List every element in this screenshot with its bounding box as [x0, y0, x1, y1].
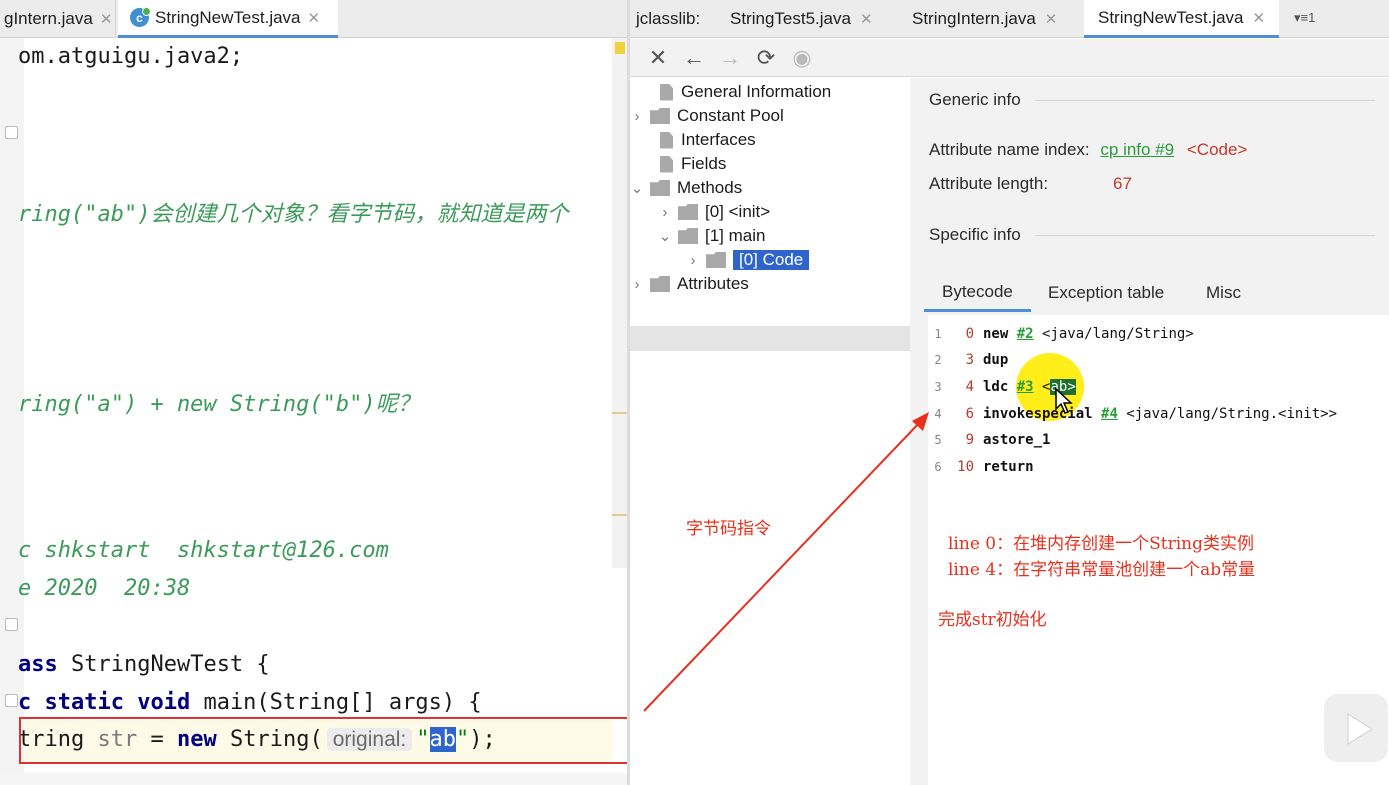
tree-item-code[interactable]: › [0] Code [686, 248, 810, 272]
code-editor[interactable]: gIntern.java ✕ c StringNewTest.java ✕ om… [0, 0, 628, 785]
code-comment-line: ring("a") + new String("b")呢？ [18, 392, 420, 417]
annotation-line0: line 0：在堆内存创建一个String类实例 [948, 534, 1254, 554]
chevron-right-icon[interactable]: › [658, 204, 672, 221]
file-icon [660, 131, 673, 149]
annotation-init-done: 完成str初始化 [938, 610, 1047, 630]
folder-icon [650, 276, 670, 292]
tree-item-methods[interactable]: ⌄ Methods [630, 176, 743, 200]
cp-info-link[interactable]: cp info #9 [1100, 140, 1174, 159]
tab-exception-table[interactable]: Exception table [1030, 274, 1182, 312]
file-icon [660, 83, 673, 101]
bytecode-row: 1 0 new #2 <java/lang/String> [934, 326, 1194, 342]
generic-info-header: Generic info [929, 90, 1375, 110]
tab-string-intern[interactable]: StringIntern.java ✕ [912, 0, 1057, 38]
bytecode-row: 5 9 astore_1 [934, 432, 1051, 448]
folder-icon [678, 204, 698, 220]
red-highlight-box [19, 717, 654, 764]
close-icon[interactable]: ✕ [640, 43, 676, 73]
folder-icon [706, 252, 726, 268]
play-icon[interactable] [1322, 690, 1389, 766]
tab-string-test5[interactable]: StringTest5.java ✕ [730, 0, 873, 38]
folder-icon [650, 108, 670, 124]
tab-list-icon[interactable]: ▾≡1 [1294, 10, 1315, 26]
warning-marker[interactable] [615, 42, 625, 54]
jclasslib-tab-bar: jclasslib: StringTest5.java ✕ StringInte… [630, 0, 1389, 38]
tree-item-attributes[interactable]: › Attributes [630, 272, 749, 296]
tab-misc[interactable]: Misc [1188, 274, 1259, 312]
class-structure-tree: General Information › Constant Pool Inte… [630, 78, 910, 785]
selected-row-background [630, 326, 910, 351]
attribute-name-index: Attribute name index: cp info #9 <Code> [929, 140, 1248, 159]
close-icon[interactable]: ✕ [100, 10, 113, 28]
code-line: om.atguigu.java2; [18, 44, 244, 69]
web-icon[interactable]: ◉ [784, 43, 820, 73]
chevron-down-icon[interactable]: ⌄ [658, 227, 672, 245]
editor-tab-bar: gIntern.java ✕ c StringNewTest.java ✕ [0, 0, 628, 38]
annotation-bytecode-label: 字节码指令 [686, 519, 771, 539]
tab-string-new-test[interactable]: StringNewTest.java ✕ [1084, 0, 1280, 38]
code-attribute-tabs: Bytecode Exception table Misc [924, 274, 1389, 312]
tree-item-method-init[interactable]: › [0] <init> [658, 200, 771, 224]
stripe-marker[interactable] [612, 514, 628, 516]
code-comment-line: e 2020 20:38 [18, 576, 191, 601]
attribute-length: Attribute length: 67 [929, 174, 1132, 193]
jclasslib-pane: jclasslib: StringTest5.java ✕ StringInte… [630, 0, 1389, 785]
bytecode-row: 6 10 return [934, 459, 1034, 475]
mouse-pointer-icon [1055, 387, 1073, 414]
annotation-line4: line 4：在字符串常量池创建一个ab常量 [948, 560, 1256, 580]
back-arrow-icon[interactable]: ← [676, 43, 712, 73]
fold-icon[interactable] [5, 618, 18, 631]
bytecode-row: 4 6 invokespecial #4 <java/lang/String.<in… [934, 406, 1338, 422]
constant-pool-link[interactable]: #2 [1017, 326, 1034, 342]
code-comment-line: c shkstart shkstart@126.com [18, 538, 389, 563]
horizontal-scrollbar[interactable] [0, 773, 628, 785]
jclasslib-toolbar: ✕ ← → ⟳ ◉ [630, 39, 1389, 77]
close-icon[interactable]: ✕ [1045, 10, 1058, 28]
bytecode-row: 2 3 dup [934, 352, 1009, 368]
file-icon [660, 155, 673, 173]
specific-info-header: Specific info [929, 225, 1375, 245]
java-class-icon: c [130, 7, 151, 27]
code-line: ass StringNewTest { [18, 652, 270, 677]
tree-item-interfaces[interactable]: Interfaces [640, 128, 756, 152]
chevron-right-icon[interactable]: › [630, 276, 644, 293]
tree-item-method-main[interactable]: ⌄ [1] main [658, 224, 766, 248]
tab-string-intern[interactable]: gIntern.java ✕ [0, 0, 116, 38]
chevron-down-icon[interactable]: ⌄ [630, 179, 644, 197]
tree-item-constant-pool[interactable]: › Constant Pool [630, 104, 784, 128]
code-line: c static void main(String[] args) { [18, 690, 482, 715]
chevron-right-icon[interactable]: › [686, 252, 700, 269]
tree-item-general-information[interactable]: General Information [640, 80, 831, 104]
chevron-right-icon[interactable]: › [630, 108, 644, 125]
bytecode-listing: 1 0 new #2 <java/lang/String> 2 3 dup 3 4 ldc … [928, 315, 1389, 785]
close-icon[interactable]: ✕ [1253, 9, 1266, 27]
tab-label: StringNewTest.java [155, 7, 301, 27]
constant-pool-link[interactable]: #3 [1017, 379, 1034, 395]
forward-arrow-icon[interactable]: → [712, 43, 748, 73]
close-icon[interactable]: ✕ [308, 9, 321, 27]
close-icon[interactable]: ✕ [860, 10, 873, 28]
folder-icon [678, 228, 698, 244]
folder-icon [650, 180, 670, 196]
tree-item-fields[interactable]: Fields [640, 152, 726, 176]
fold-icon[interactable] [5, 126, 18, 139]
tab-string-new-test[interactable]: c StringNewTest.java ✕ [118, 0, 338, 38]
error-stripe[interactable] [612, 38, 628, 568]
tab-label: gIntern.java [4, 9, 93, 28]
stripe-marker[interactable] [612, 412, 628, 414]
code-comment-line: ring("ab")会创建几个对象？看字节码，就知道是两个 [18, 202, 569, 227]
fold-icon[interactable] [5, 694, 18, 707]
jclasslib-prefix: jclasslib: [636, 9, 701, 28]
refresh-icon[interactable]: ⟳ [748, 43, 784, 73]
tab-bytecode[interactable]: Bytecode [924, 274, 1031, 312]
constant-pool-link[interactable]: #4 [1101, 406, 1118, 422]
